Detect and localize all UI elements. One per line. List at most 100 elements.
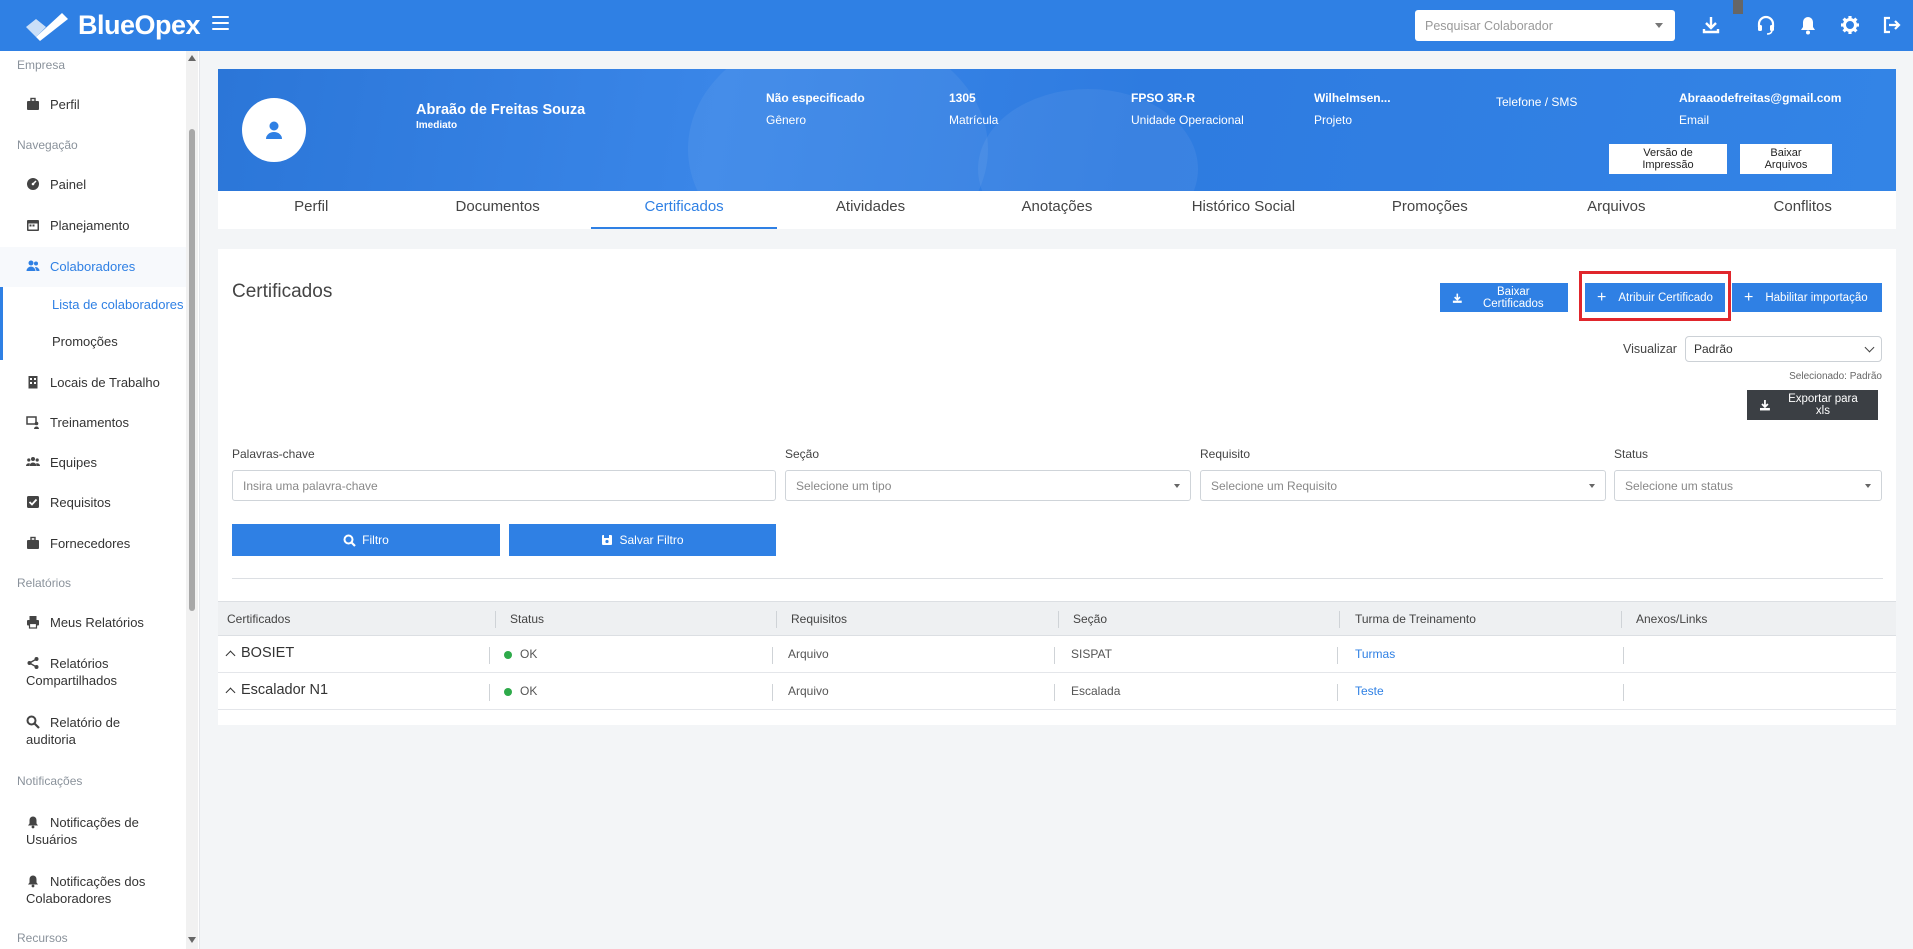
column-header-turma[interactable]: Turma de Treinamento: [1355, 612, 1476, 626]
filter-button[interactable]: Filtro: [232, 524, 500, 556]
keywords-placeholder: Insira uma palavra-chave: [243, 479, 378, 493]
field-label: Email: [1679, 113, 1710, 127]
keywords-label: Palavras-chave: [232, 447, 315, 461]
column-separator: [1337, 684, 1338, 701]
sidebar-item-perfil[interactable]: Perfil: [0, 95, 186, 114]
sidebar-item-requisitos[interactable]: Requisitos: [0, 493, 186, 512]
sidebar-item-equipes[interactable]: Equipes: [0, 453, 186, 472]
tab-promocoes[interactable]: Promoções: [1337, 191, 1523, 229]
brand-logo[interactable]: BlueOpex: [24, 10, 201, 41]
sidebar-item-notificacoes-colaboradores[interactable]: Notificações dos: [0, 872, 186, 891]
plus-icon: +: [1744, 288, 1754, 306]
training-icon: [26, 416, 39, 429]
sidebar-item-fornecedores[interactable]: Fornecedores: [0, 534, 186, 553]
sidebar-item-label: Meus Relatórios: [50, 615, 144, 630]
headset-icon[interactable]: [1755, 14, 1777, 36]
requirement-placeholder: Selecione um Requisito: [1211, 479, 1338, 493]
sidebar-item-label-continued: Usuários: [26, 832, 78, 847]
sidebar-item-label: Notificações dos: [50, 874, 146, 889]
row-expand-toggle[interactable]: BOSIET: [225, 645, 294, 661]
column-header-secao[interactable]: Seção: [1073, 612, 1107, 626]
sidebar-section-recursos: Recursos: [17, 931, 68, 945]
view-select-value: Padrão: [1694, 342, 1733, 356]
logout-icon[interactable]: [1881, 14, 1903, 36]
column-separator: [1054, 684, 1055, 701]
table-row[interactable]: BOSIET OK Arquivo SISPAT Turmas: [218, 636, 1896, 673]
tab-historico-social[interactable]: Histórico Social: [1150, 191, 1336, 229]
certificates-table: Certificados Status Requisitos Seção Tur…: [218, 601, 1896, 710]
scroll-down-icon[interactable]: [188, 937, 196, 943]
scroll-up-icon[interactable]: [188, 55, 196, 61]
tab-perfil[interactable]: Perfil: [218, 191, 404, 229]
column-separator: [1054, 647, 1055, 664]
tab-conflitos[interactable]: Conflitos: [1710, 191, 1896, 229]
column-header-status[interactable]: Status: [510, 612, 544, 626]
tab-anotacoes[interactable]: Anotações: [964, 191, 1150, 229]
sidebar-item-label: Perfil: [50, 97, 80, 112]
view-label: Visualizar: [1623, 342, 1677, 356]
column-separator: [772, 647, 773, 664]
save-filter-button[interactable]: Salvar Filtro: [509, 524, 776, 556]
requirement-select[interactable]: Selecione um Requisito: [1200, 470, 1606, 501]
avatar: [242, 98, 306, 162]
tab-arquivos[interactable]: Arquivos: [1523, 191, 1709, 229]
download-certificates-button[interactable]: Baixar Certificados: [1440, 283, 1568, 312]
status-select[interactable]: Selecione um status: [1614, 470, 1882, 501]
table-row[interactable]: Escalador N1 OK Arquivo Escalada Teste: [218, 673, 1896, 710]
view-select[interactable]: Padrão: [1685, 336, 1882, 362]
sidebar-item-label: Painel: [50, 177, 87, 192]
building-icon: [28, 376, 38, 389]
menu-toggle-icon[interactable]: [212, 16, 229, 30]
download-icon: [1759, 400, 1770, 411]
column-separator: [1339, 611, 1340, 628]
sidebar-item-label: Relatórios: [50, 656, 109, 671]
tab-atividades[interactable]: Atividades: [777, 191, 963, 229]
user-icon: [266, 121, 282, 139]
tab-documentos[interactable]: Documentos: [404, 191, 590, 229]
sidebar-item-painel[interactable]: Painel: [0, 175, 186, 194]
search-document-icon: [26, 715, 40, 729]
column-header-requisitos[interactable]: Requisitos: [791, 612, 847, 626]
export-xls-button[interactable]: Exportar para xls: [1747, 390, 1878, 420]
training-class-link[interactable]: Turmas: [1355, 647, 1395, 661]
sidebar-item-treinamentos[interactable]: Treinamentos: [0, 413, 186, 432]
training-class-link[interactable]: Teste: [1355, 684, 1384, 698]
download-files-button[interactable]: Baixar Arquivos: [1740, 144, 1832, 174]
scrollbar-thumb[interactable]: [189, 129, 195, 611]
sidebar-item-notificacoes-usuarios[interactable]: Notificações de: [0, 813, 186, 832]
status-cell: OK: [504, 647, 537, 661]
column-header-certificados[interactable]: Certificados: [227, 612, 290, 626]
field-value: Não especificado: [766, 91, 865, 105]
gear-icon[interactable]: [1839, 14, 1861, 36]
checkbox-icon: [27, 496, 39, 508]
sidebar-item-meus-relatorios[interactable]: Meus Relatórios: [0, 613, 186, 632]
top-bar: BlueOpex Pesquisar Colaborador: [0, 0, 1913, 51]
sidebar-subitem-lista-colaboradores[interactable]: Lista de colaboradores: [52, 297, 184, 312]
save-icon: [602, 535, 613, 545]
search-icon: [343, 534, 356, 547]
row-expand-toggle[interactable]: Escalador N1: [225, 682, 328, 698]
download-icon[interactable]: [1700, 14, 1722, 36]
sidebar-scrollbar[interactable]: [186, 51, 198, 949]
field-label: Matrícula: [949, 113, 999, 127]
section-select[interactable]: Selecione um tipo: [785, 470, 1191, 501]
field-label: Unidade Operacional: [1131, 113, 1244, 127]
sidebar-item-locais[interactable]: Locais de Trabalho: [0, 373, 186, 392]
print-version-button[interactable]: Versão de Impressão: [1609, 144, 1727, 174]
column-header-anexos[interactable]: Anexos/Links: [1636, 612, 1707, 626]
sidebar-item-relatorios-compartilhados[interactable]: Relatórios: [0, 654, 186, 673]
enable-import-button[interactable]: + Habilitar importação: [1732, 283, 1882, 312]
sidebar-item-relatorio-auditoria[interactable]: Relatório de: [0, 713, 186, 732]
sidebar-subitem-promocoes[interactable]: Promoções: [52, 334, 118, 349]
profile-tabs: Perfil Documentos Certificados Atividade…: [218, 191, 1896, 229]
users-icon: [26, 260, 40, 271]
bell-icon[interactable]: [1797, 14, 1819, 36]
sidebar-item-planejamento[interactable]: Planejamento: [0, 216, 186, 235]
section-cell: SISPAT: [1071, 647, 1112, 661]
keywords-input[interactable]: Insira uma palavra-chave: [232, 470, 776, 501]
field-value: 1305: [949, 91, 976, 105]
field-label: Gênero: [766, 113, 807, 127]
collaborator-search-select[interactable]: Pesquisar Colaborador: [1415, 10, 1675, 41]
tab-certificados[interactable]: Certificados: [590, 191, 778, 229]
sidebar-item-colaboradores[interactable]: Colaboradores: [0, 247, 186, 287]
